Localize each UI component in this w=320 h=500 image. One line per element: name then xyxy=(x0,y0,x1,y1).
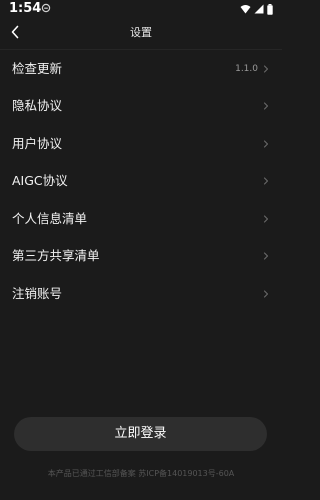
page-title: 设置 xyxy=(130,26,152,39)
settings-item-label: AIGC协议 xyxy=(12,173,68,189)
chevron-right-icon xyxy=(263,215,269,223)
settings-item-third-party-sharing-list[interactable]: 第三方共享清单 xyxy=(0,238,282,276)
settings-item-personal-info-list[interactable]: 个人信息清单 xyxy=(0,200,282,238)
chevron-right-icon xyxy=(263,252,269,260)
version-value: 1.1.0 xyxy=(235,63,258,74)
settings-item-privacy-policy[interactable]: 隐私协议 xyxy=(0,88,282,126)
settings-item-label: 隐私协议 xyxy=(12,98,63,114)
nav-bar: 设置 xyxy=(0,18,282,48)
chevron-right-icon xyxy=(263,177,269,185)
wifi-icon xyxy=(240,5,251,14)
icp-filing-text: 本产品已通过工信部备案 苏ICP备14019013号-60A xyxy=(47,469,235,478)
settings-item-label: 第三方共享清单 xyxy=(12,248,100,264)
settings-item-label: 检查更新 xyxy=(12,60,63,76)
chevron-right-icon xyxy=(263,65,269,73)
status-bar: 1:54 xyxy=(0,0,282,18)
status-icons xyxy=(240,3,273,15)
settings-item-aigc-agreement[interactable]: AIGC协议 xyxy=(0,163,282,201)
settings-item-label: 注销账号 xyxy=(12,285,63,301)
login-button[interactable]: 立即登录 xyxy=(14,417,267,451)
settings-item-check-update[interactable]: 检查更新 1.1.0 xyxy=(0,50,282,88)
settings-item-label: 个人信息清单 xyxy=(12,210,88,226)
settings-item-user-agreement[interactable]: 用户协议 xyxy=(0,125,282,163)
battery-icon xyxy=(267,3,273,15)
chevron-right-icon xyxy=(263,140,269,148)
chevron-right-icon xyxy=(263,102,269,110)
settings-item-label: 用户协议 xyxy=(12,135,63,151)
settings-item-delete-account[interactable]: 注销账号 xyxy=(0,275,282,313)
signal-icon xyxy=(254,4,264,14)
settings-list: 检查更新 1.1.0 隐私协议 用户协议 AIGC协议 个人信息清单 第三方共享… xyxy=(0,50,282,313)
notification-icon xyxy=(41,3,51,13)
status-time: 1:54 xyxy=(9,1,42,16)
chevron-right-icon xyxy=(263,290,269,298)
